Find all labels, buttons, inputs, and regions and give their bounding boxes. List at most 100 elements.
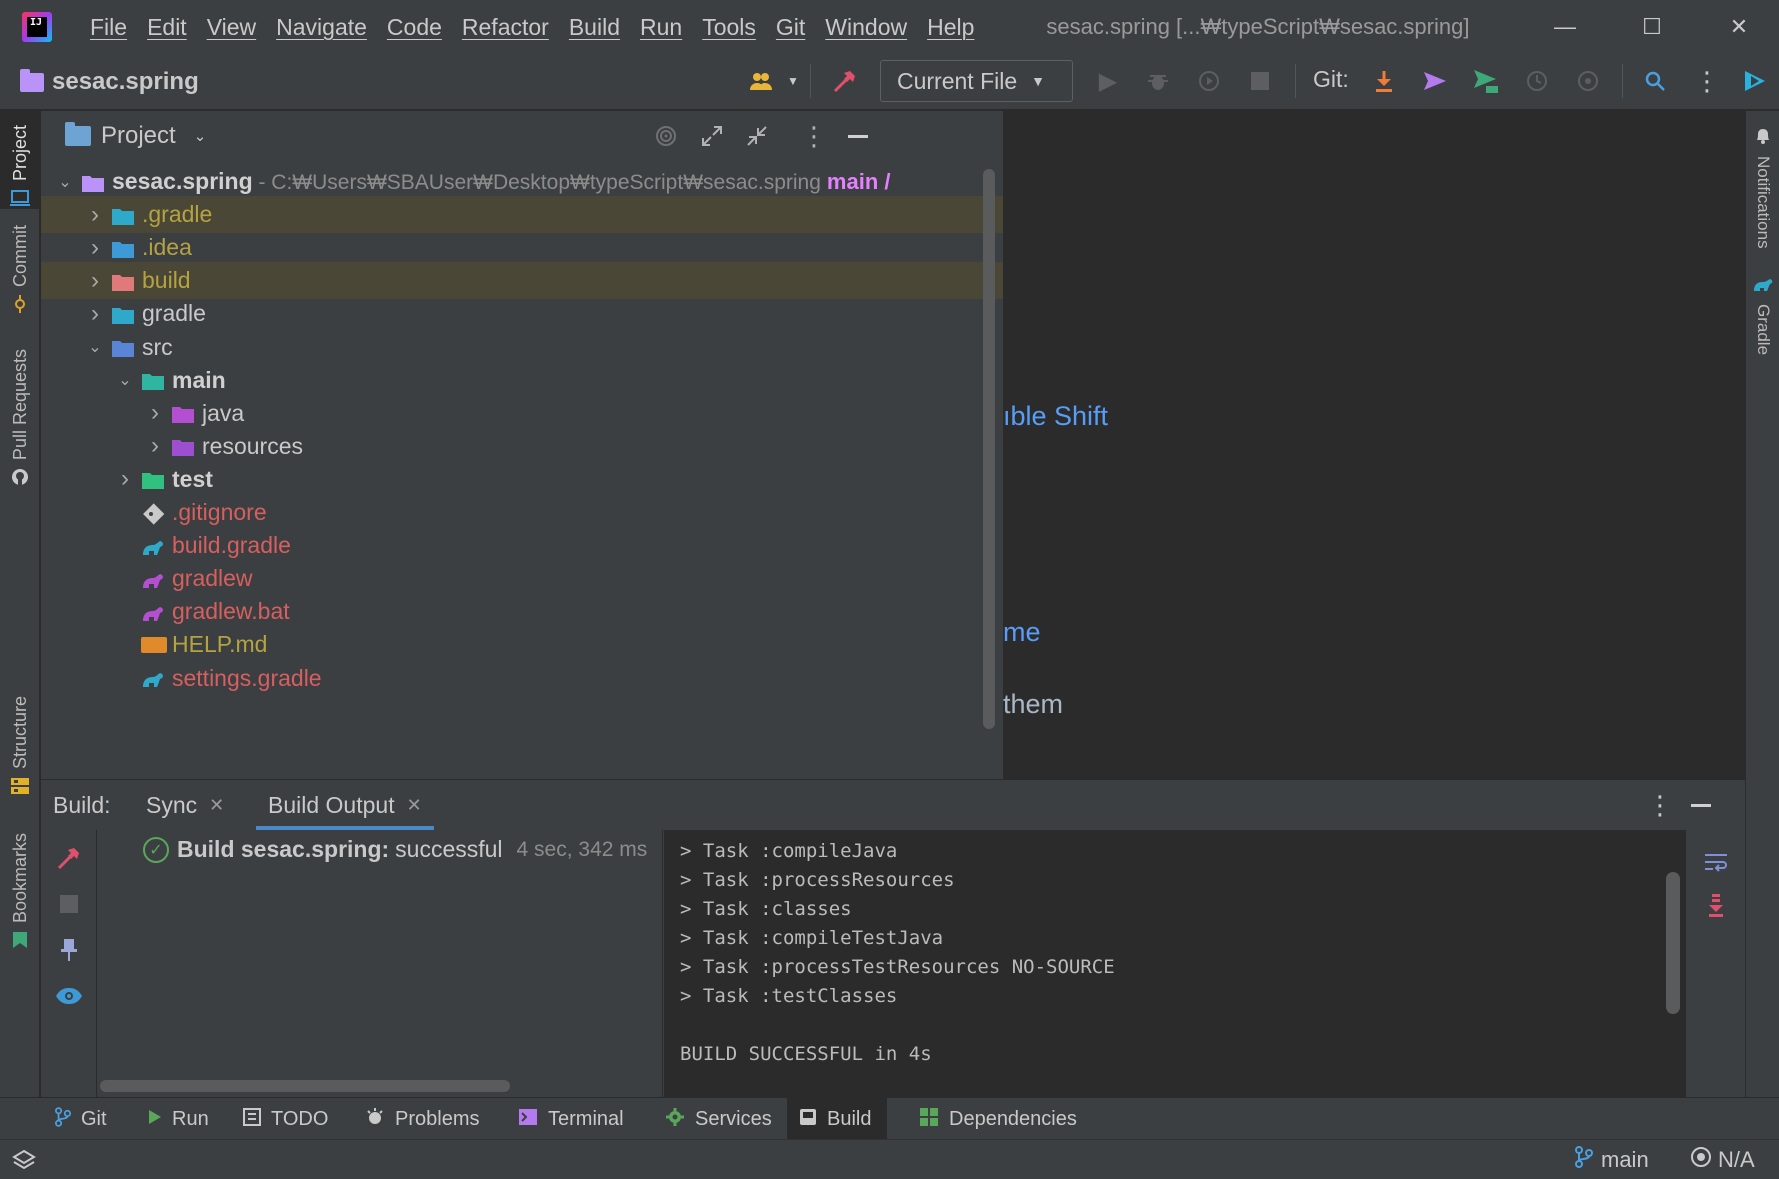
chevron-right-icon[interactable]: ›	[85, 300, 105, 328]
bottom-tab-build[interactable]: Build	[787, 1098, 888, 1140]
bottom-tab-terminal[interactable]: Terminal	[518, 1098, 624, 1140]
locate-file-icon[interactable]	[649, 119, 683, 153]
tree-node-resources[interactable]: › resources	[41, 428, 1003, 465]
more-options-icon[interactable]: ⋮	[797, 119, 831, 153]
tree-node-gradle[interactable]: › .gradle	[41, 196, 1003, 234]
search-icon[interactable]	[1638, 64, 1672, 98]
eye-icon[interactable]	[51, 978, 87, 1014]
more-options-icon[interactable]: ⋮	[1690, 64, 1724, 98]
menu-file[interactable]: File	[90, 14, 127, 41]
menu-run[interactable]: Run	[640, 14, 682, 41]
expand-all-icon[interactable]	[695, 119, 729, 153]
scroll-to-end-icon[interactable]	[1698, 888, 1734, 924]
bottom-tab-run[interactable]: Run	[148, 1098, 209, 1140]
git-push-icon[interactable]	[1469, 64, 1503, 98]
tree-node-gradlew[interactable]: gradlew	[41, 560, 1003, 597]
console-scrollbar[interactable]	[1666, 872, 1680, 1014]
menu-build[interactable]: Build	[569, 14, 620, 41]
run-icon[interactable]: ▶	[1091, 64, 1125, 98]
bottom-tab-dependencies[interactable]: Dependencies	[919, 1098, 1077, 1140]
stop-icon[interactable]	[1243, 64, 1277, 98]
editor-area[interactable]: ıble Shift me them	[1003, 111, 1745, 779]
tool-tab-bookmarks[interactable]: Bookmarks	[0, 833, 40, 958]
tree-node-help-md[interactable]: HELP.md	[41, 626, 1003, 663]
git-branch-widget[interactable]: main	[1575, 1140, 1649, 1179]
tab-sync[interactable]: Sync ✕	[146, 780, 224, 830]
tree-node-build[interactable]: › build	[41, 262, 1003, 300]
tree-node-sesac-spring[interactable]: ⌄ sesac.spring - C:₩Users₩SBAUser₩Desktop…	[41, 163, 1003, 200]
close-icon[interactable]: ✕	[209, 795, 224, 816]
chevron-down-icon[interactable]: ▼	[776, 64, 810, 98]
bottom-tab-todo[interactable]: TODO	[243, 1098, 328, 1140]
chevron-right-icon[interactable]: ›	[145, 432, 165, 460]
tool-tab-gradle[interactable]: Gradle	[1746, 277, 1779, 355]
build-output-console[interactable]: > Task :compileJava > Task :processResour…	[664, 830, 1686, 1098]
hide-panel-icon[interactable]	[1691, 780, 1711, 830]
tree-node-main[interactable]: ⌄ main	[41, 362, 1003, 399]
layers-icon[interactable]	[12, 1140, 36, 1179]
hide-panel-icon[interactable]	[841, 119, 875, 153]
build-hammer-icon[interactable]	[828, 64, 862, 98]
stop-icon[interactable]	[51, 886, 87, 922]
menu-help[interactable]: Help	[927, 14, 974, 41]
minimize-button[interactable]: —	[1525, 0, 1605, 54]
profile-icon[interactable]	[1192, 64, 1226, 98]
rebuild-hammer-icon[interactable]	[51, 840, 87, 876]
maximize-button[interactable]: ☐	[1612, 0, 1692, 54]
chevron-right-icon[interactable]: ›	[85, 201, 105, 229]
git-update-icon[interactable]	[1367, 64, 1401, 98]
menu-view[interactable]: View	[207, 14, 256, 41]
bottom-tab-git[interactable]: Git	[55, 1098, 107, 1140]
menu-refactor[interactable]: Refactor	[462, 14, 549, 41]
tree-node-build-gradle[interactable]: build.gradle	[41, 527, 1003, 564]
code-with-me-icon[interactable]	[745, 64, 779, 98]
git-commit-icon[interactable]	[1418, 64, 1452, 98]
code-with-me-session-icon[interactable]	[1738, 64, 1772, 98]
tree-node-gitignore[interactable]: .gitignore	[41, 494, 1003, 531]
tree-node-idea[interactable]: › .idea	[41, 229, 1003, 266]
tree-node-java[interactable]: › java	[41, 395, 1003, 432]
chevron-right-icon[interactable]: ›	[85, 234, 105, 262]
chevron-right-icon[interactable]: ›	[115, 465, 135, 493]
menu-navigate[interactable]: Navigate	[276, 14, 367, 41]
build-tree-scrollbar[interactable]	[100, 1080, 510, 1092]
project-tree-scrollbar[interactable]	[983, 169, 995, 729]
project-view-selector[interactable]: Project ⌄	[65, 122, 206, 150]
chevron-down-icon[interactable]: ⌄	[85, 337, 105, 357]
collapse-all-icon[interactable]	[740, 119, 774, 153]
tab-build-output[interactable]: Build Output ✕	[256, 780, 434, 830]
tool-tab-structure[interactable]: Structure	[0, 696, 40, 801]
chevron-right-icon[interactable]: ›	[145, 399, 165, 427]
close-icon[interactable]: ✕	[407, 795, 422, 816]
tool-tab-commit[interactable]: Commit	[0, 223, 40, 323]
chevron-down-icon[interactable]: ⌄	[55, 172, 75, 192]
menu-code[interactable]: Code	[387, 14, 442, 41]
rollback-icon[interactable]	[1571, 64, 1605, 98]
more-options-icon[interactable]: ⋮	[1647, 780, 1673, 830]
close-window-button[interactable]: ✕	[1699, 0, 1779, 54]
project-name-widget[interactable]: sesac.spring	[20, 68, 199, 96]
readonly-widget[interactable]: N/A	[1690, 1140, 1755, 1179]
menu-tools[interactable]: Tools	[702, 14, 756, 41]
menu-window[interactable]: Window	[825, 14, 907, 41]
tool-tab-pull-requests[interactable]: Pull Requests	[0, 349, 40, 489]
menu-git[interactable]: Git	[776, 14, 805, 41]
soft-wrap-icon[interactable]	[1698, 844, 1734, 880]
tree-node-settings-gradle[interactable]: settings.gradle	[41, 660, 1003, 697]
bottom-tab-services[interactable]: Services	[665, 1098, 772, 1140]
tree-node-src[interactable]: ⌄ src	[41, 329, 1003, 366]
tree-node-gradlew-bat[interactable]: gradlew.bat	[41, 593, 1003, 630]
history-icon[interactable]	[1520, 64, 1554, 98]
menu-edit[interactable]: Edit	[147, 14, 187, 41]
tree-node-gradle[interactable]: › gradle	[41, 295, 1003, 332]
chevron-down-icon[interactable]: ⌄	[115, 370, 135, 390]
bottom-tab-problems[interactable]: Problems	[365, 1098, 479, 1140]
intellij-logo-icon[interactable]: IJ	[22, 12, 52, 42]
build-result-node[interactable]: ✓ Build sesac.spring: successful 4 sec, …	[143, 836, 647, 863]
pin-icon[interactable]	[51, 932, 87, 968]
tool-tab-project[interactable]: Project	[0, 111, 40, 209]
run-configuration-selector[interactable]: Current File ▼	[880, 60, 1073, 102]
tool-tab-notifications[interactable]: Notifications	[1746, 127, 1779, 249]
tree-node-test[interactable]: › test	[41, 461, 1003, 498]
chevron-right-icon[interactable]: ›	[85, 267, 105, 295]
